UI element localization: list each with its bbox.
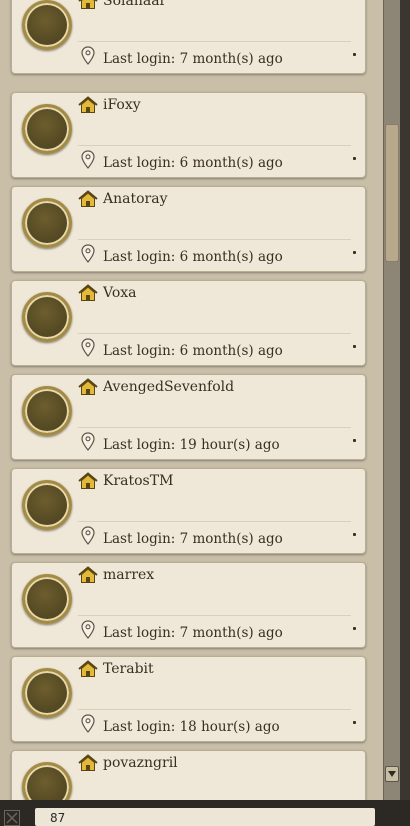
scrollbar[interactable] bbox=[383, 0, 400, 800]
friend-name[interactable]: povazngril bbox=[103, 755, 178, 771]
avatar[interactable] bbox=[22, 198, 72, 248]
avatar[interactable] bbox=[22, 480, 72, 530]
last-login-text: Last login: 7 month(s) ago bbox=[103, 531, 283, 547]
home-icon bbox=[78, 0, 98, 9]
friend-name[interactable]: Voxa bbox=[103, 285, 137, 301]
friend-card[interactable]: KratosTM Last login: 7 month(s) ago bbox=[11, 468, 366, 554]
friend-name[interactable]: Solanaar bbox=[103, 0, 166, 9]
last-login-text: Last login: 6 month(s) ago bbox=[103, 249, 283, 265]
last-login-text: Last login: 19 hour(s) ago bbox=[103, 437, 280, 453]
last-login-text: Last login: 7 month(s) ago bbox=[103, 625, 283, 641]
more-dot[interactable] bbox=[353, 345, 356, 348]
friend-card[interactable]: Anatoray Last login: 6 month(s) ago bbox=[11, 186, 366, 272]
home-icon bbox=[78, 284, 98, 301]
home-icon bbox=[78, 754, 98, 771]
home-icon bbox=[78, 660, 98, 677]
home-icon bbox=[78, 378, 98, 395]
last-login-text: Last login: 18 hour(s) ago bbox=[103, 719, 280, 735]
divider bbox=[78, 615, 351, 616]
avatar[interactable] bbox=[22, 386, 72, 436]
avatar[interactable] bbox=[22, 104, 72, 154]
avatar[interactable] bbox=[22, 574, 72, 624]
divider bbox=[78, 41, 351, 42]
friend-name[interactable]: AvengedSevenfold bbox=[103, 379, 234, 395]
window-edge bbox=[400, 0, 410, 800]
more-dot[interactable] bbox=[353, 53, 356, 56]
divider bbox=[78, 427, 351, 428]
divider bbox=[78, 239, 351, 240]
avatar[interactable] bbox=[22, 762, 72, 800]
divider bbox=[78, 333, 351, 334]
home-icon bbox=[78, 472, 98, 489]
avatar[interactable] bbox=[22, 668, 72, 718]
close-icon[interactable] bbox=[4, 810, 20, 826]
home-icon bbox=[78, 566, 98, 583]
friend-card[interactable]: Solanaar Last login: 7 month(s) ago bbox=[11, 0, 366, 74]
friend-name[interactable]: Terabit bbox=[103, 661, 154, 677]
friend-card[interactable]: AvengedSevenfold Last login: 19 hour(s) … bbox=[11, 374, 366, 460]
avatar[interactable] bbox=[22, 292, 72, 342]
divider bbox=[78, 521, 351, 522]
friends-list-panel: Solanaar Last login: 7 month(s) ago iFox… bbox=[0, 0, 383, 800]
last-login-text: Last login: 7 month(s) ago bbox=[103, 51, 283, 67]
location-pin-icon bbox=[81, 244, 95, 263]
friend-card[interactable]: Voxa Last login: 6 month(s) ago bbox=[11, 280, 366, 366]
location-pin-icon bbox=[81, 150, 95, 169]
scroll-down-button[interactable] bbox=[385, 766, 399, 782]
divider bbox=[78, 145, 351, 146]
last-login-text: Last login: 6 month(s) ago bbox=[103, 155, 283, 171]
friend-card[interactable]: iFoxy Last login: 6 month(s) ago bbox=[11, 92, 366, 178]
friend-name[interactable]: KratosTM bbox=[103, 473, 173, 489]
divider bbox=[78, 709, 351, 710]
friend-name[interactable]: Anatoray bbox=[103, 191, 167, 207]
friend-name[interactable]: marrex bbox=[103, 567, 154, 583]
more-dot[interactable] bbox=[353, 533, 356, 536]
location-pin-icon bbox=[81, 620, 95, 639]
last-login-text: Last login: 6 month(s) ago bbox=[103, 343, 283, 359]
location-pin-icon bbox=[81, 432, 95, 451]
location-pin-icon bbox=[81, 526, 95, 545]
more-dot[interactable] bbox=[353, 721, 356, 724]
footer-value: 87 bbox=[50, 811, 66, 825]
bottom-input-field[interactable] bbox=[35, 808, 375, 826]
friend-card[interactable]: Terabit Last login: 18 hour(s) ago bbox=[11, 656, 366, 742]
home-icon bbox=[78, 190, 98, 207]
location-pin-icon bbox=[81, 714, 95, 733]
more-dot[interactable] bbox=[353, 439, 356, 442]
scroll-down-arrow-icon bbox=[388, 771, 396, 777]
friend-name[interactable]: iFoxy bbox=[103, 97, 141, 113]
more-dot[interactable] bbox=[353, 251, 356, 254]
friend-card[interactable]: povazngril bbox=[11, 750, 366, 800]
scrollbar-thumb[interactable] bbox=[385, 124, 399, 262]
more-dot[interactable] bbox=[353, 157, 356, 160]
more-dot[interactable] bbox=[353, 627, 356, 630]
avatar[interactable] bbox=[22, 0, 72, 50]
home-icon bbox=[78, 96, 98, 113]
friend-card[interactable]: marrex Last login: 7 month(s) ago bbox=[11, 562, 366, 648]
location-pin-icon bbox=[81, 46, 95, 65]
location-pin-icon bbox=[81, 338, 95, 357]
